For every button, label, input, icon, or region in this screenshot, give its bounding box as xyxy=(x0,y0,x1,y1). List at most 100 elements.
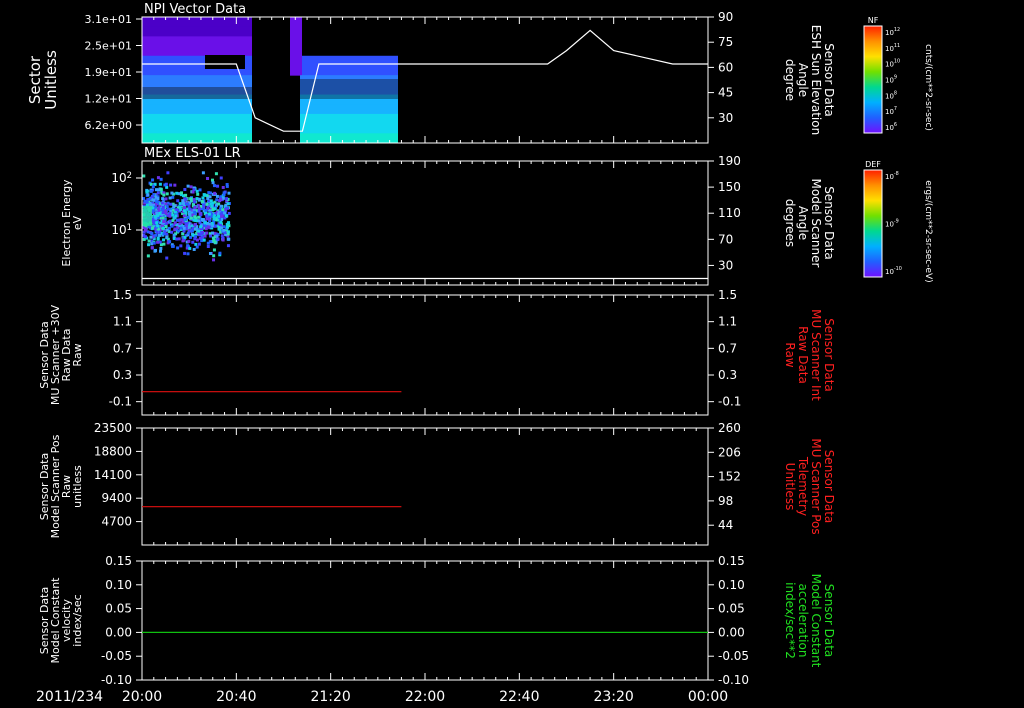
panel-title: NPI Vector Data xyxy=(144,2,246,17)
heat-cell xyxy=(158,182,162,186)
y-tick-label: 23500 xyxy=(94,421,132,435)
heat-cell xyxy=(206,196,210,200)
heat-cell xyxy=(198,212,202,216)
heat-cell xyxy=(218,251,222,255)
y-tick-label: 101 xyxy=(111,222,132,237)
heat-cell xyxy=(168,219,172,223)
heat-cell xyxy=(222,193,226,197)
heat-cell xyxy=(183,251,187,255)
heat-cell xyxy=(199,225,203,229)
panel-frame xyxy=(141,427,709,546)
y-axis-label: unitless xyxy=(71,465,84,508)
heat-cell xyxy=(151,178,155,182)
y-tick-label: -0.10 xyxy=(101,673,132,687)
heat-cell xyxy=(161,197,165,201)
right-y-tick-label: -0.10 xyxy=(718,673,749,687)
heat-cell xyxy=(173,228,177,232)
heat-cell xyxy=(189,185,193,189)
heat-cell xyxy=(208,251,212,255)
heat-cell xyxy=(150,226,154,230)
heat-cell xyxy=(221,238,225,242)
heat-cell xyxy=(162,193,166,197)
heat-cell xyxy=(165,192,169,196)
heat-cell xyxy=(142,123,252,134)
heat-cell xyxy=(226,244,230,248)
x-tick-label: 22:00 xyxy=(405,689,445,705)
heat-cell xyxy=(201,171,205,175)
heat-cell xyxy=(195,245,199,249)
x-tick-label: 22:40 xyxy=(499,689,539,705)
right-y-axis-label: Sensor Data xyxy=(822,186,836,260)
right-y-axis-label: Angle xyxy=(796,63,810,97)
y-tick-label: -0.1 xyxy=(109,395,132,409)
right-y-axis-label: Telemetry xyxy=(796,456,810,516)
heat-cell xyxy=(183,235,187,239)
heat-cell xyxy=(221,208,225,212)
heat-cell xyxy=(142,36,252,47)
heat-cell xyxy=(226,237,230,241)
heat-cell xyxy=(182,206,186,210)
y-tick-label: 6.2e+00 xyxy=(85,119,132,132)
heat-cell xyxy=(220,234,224,238)
y-tick-label: 4700 xyxy=(101,515,132,529)
heat-cell xyxy=(191,240,195,244)
heat-cell xyxy=(211,181,215,185)
heat-cell xyxy=(209,199,213,203)
heat-cell xyxy=(142,113,252,125)
heat-cell xyxy=(158,249,162,253)
heat-cell xyxy=(154,188,158,192)
heat-cell xyxy=(203,193,207,197)
heat-cell xyxy=(143,228,147,232)
right-y-tick-label: 30 xyxy=(718,111,733,125)
heat-cell xyxy=(178,202,182,206)
heat-cell xyxy=(300,123,398,134)
x-tick-label: 20:00 xyxy=(122,689,162,705)
heat-cell xyxy=(290,17,302,28)
heat-cell xyxy=(210,204,214,208)
heat-cell xyxy=(211,231,215,235)
heat-cell xyxy=(172,204,176,208)
y-tick-label: 0.10 xyxy=(105,578,132,592)
heat-cell xyxy=(290,26,302,37)
heat-cell xyxy=(156,237,160,241)
heat-cell xyxy=(186,252,190,256)
heat-cell xyxy=(200,231,204,235)
heat-cell xyxy=(159,246,163,250)
heat-cell xyxy=(214,172,218,176)
heat-cell xyxy=(184,193,188,197)
y-tick-label: 1.5 xyxy=(113,288,132,302)
heat-cell xyxy=(147,243,151,247)
heat-cell xyxy=(180,218,184,222)
right-y-tick-label: 44 xyxy=(718,518,733,532)
heat-cell xyxy=(193,237,197,241)
right-y-tick-label: -0.1 xyxy=(718,395,741,409)
heat-cell xyxy=(211,236,215,240)
heat-cell xyxy=(212,184,216,188)
heat-cell xyxy=(165,232,169,236)
right-y-axis-label: MU Scanner Pos xyxy=(809,438,823,534)
colorbar-tick-label: 1011 xyxy=(885,43,900,53)
heat-cell xyxy=(217,214,221,218)
right-y-tick-label: 0.00 xyxy=(718,625,745,639)
heat-cell xyxy=(162,238,166,242)
right-y-axis-label: Sensor Data xyxy=(822,318,836,392)
heat-cell xyxy=(142,174,146,178)
heat-cell xyxy=(290,55,302,66)
heat-cell xyxy=(158,240,162,244)
heat-cell xyxy=(197,219,201,223)
colorbar-tag: DEF xyxy=(865,160,881,169)
heat-cell xyxy=(212,254,216,258)
heat-cell xyxy=(156,240,160,244)
y-tick-label: 1.2e+01 xyxy=(85,93,132,106)
heat-cell xyxy=(171,244,175,248)
heat-cell xyxy=(186,244,190,248)
heat-cell xyxy=(170,191,174,195)
heat-cell xyxy=(159,177,163,181)
heat-cell xyxy=(174,214,178,218)
y-tick-label: 0.05 xyxy=(105,602,132,616)
right-y-axis-label: acceleration xyxy=(796,584,810,658)
heat-cell xyxy=(142,75,252,86)
heat-cell xyxy=(168,240,172,244)
colorbar-tick-label: 10-9 xyxy=(885,219,899,229)
heat-cell xyxy=(182,214,186,218)
